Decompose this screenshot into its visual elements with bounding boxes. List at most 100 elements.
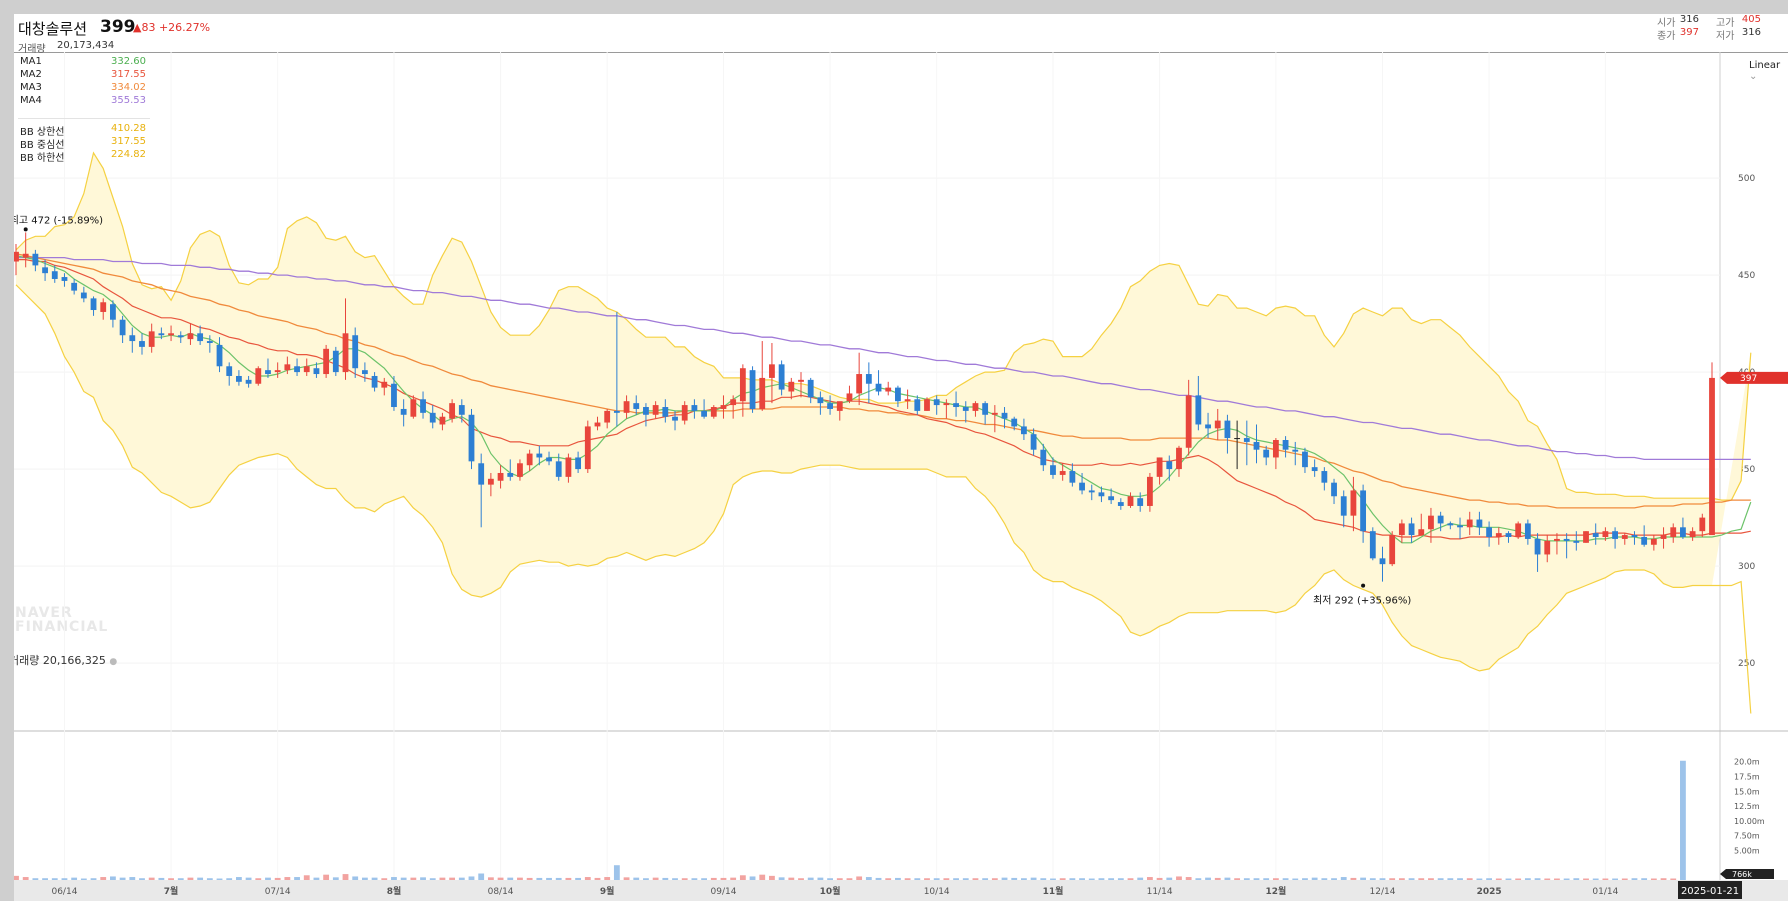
volume-bar <box>14 875 19 880</box>
candle-body <box>439 416 446 425</box>
legend-bb-lower[interactable]: BB 하한선 224.82 <box>14 149 154 164</box>
candle-body <box>1069 471 1076 483</box>
candle <box>924 397 930 411</box>
volume-bar <box>643 878 649 880</box>
volume-bar <box>1418 878 1425 880</box>
volume-bar <box>439 877 446 880</box>
candle-body <box>730 399 737 406</box>
candle-body <box>885 387 892 392</box>
candle-body <box>468 414 475 462</box>
candle-body <box>1709 377 1715 536</box>
legend-ma1[interactable]: MA1 332.60 <box>14 56 154 69</box>
volume-bar <box>846 878 853 880</box>
candle <box>846 385 853 404</box>
volume-bar <box>1621 878 1628 880</box>
volume-bar <box>400 877 407 880</box>
volume-bar <box>1224 877 1231 880</box>
x-tick-label: 8월 <box>387 885 402 897</box>
candle-body <box>846 393 853 402</box>
volume-bar <box>672 878 678 880</box>
candle-body <box>1592 533 1599 537</box>
candle-body <box>807 379 814 398</box>
candle-body <box>584 426 591 470</box>
candle-body <box>1234 438 1241 440</box>
volume-tick-label: 12.5m <box>1734 802 1760 811</box>
candle-body <box>381 381 388 388</box>
legend-ma4[interactable]: MA4 355.53 <box>14 95 154 108</box>
candle-body <box>80 292 87 299</box>
candle-body <box>1563 538 1570 541</box>
settings-dot-icon[interactable]: ● <box>109 657 117 667</box>
volume-bar <box>710 877 717 880</box>
candle-body <box>410 399 417 417</box>
candle-body <box>129 335 136 342</box>
volume-current-label: 766k <box>1732 870 1752 879</box>
candle-body <box>187 333 194 340</box>
legend-ma3[interactable]: MA3 334.02 <box>14 82 154 95</box>
candle-body <box>1137 498 1144 506</box>
candle-body <box>1398 523 1405 536</box>
chart-svg[interactable]: 50045040035030025006/147월07/148월08/149월0… <box>14 14 1788 901</box>
volume-bar <box>1583 878 1589 880</box>
volume-bar <box>507 877 514 880</box>
scale-mode-dropdown[interactable]: Linear ⌄ <box>1749 60 1788 82</box>
legend-bb-middle[interactable]: BB 중심선 317.55 <box>14 136 154 151</box>
volume-bar <box>206 878 213 880</box>
volume-bar <box>110 876 116 880</box>
legend-name: MA1 <box>20 56 42 67</box>
legend-bb-upper[interactable]: BB 상한선 410.28 <box>14 123 154 138</box>
candle-body <box>110 304 116 320</box>
volume-bar <box>1108 878 1115 880</box>
chevron-down-icon: ⌄ <box>1749 71 1758 82</box>
candle-body <box>1166 461 1173 470</box>
candle-body <box>1079 482 1085 491</box>
candle-body <box>1437 515 1444 524</box>
volume-bar <box>1195 878 1202 880</box>
volume-bar <box>1214 877 1221 880</box>
volume-bar <box>1505 878 1512 880</box>
volume-bar <box>294 877 300 880</box>
volume-bar <box>342 874 349 880</box>
candle-body <box>1040 449 1047 466</box>
candle <box>255 366 262 386</box>
candle-body <box>672 416 678 421</box>
candle-body <box>1302 451 1308 468</box>
candle-body <box>604 410 611 423</box>
volume-bar <box>1554 878 1560 880</box>
legend-ma2[interactable]: MA2 317.55 <box>14 69 154 82</box>
candle-body <box>1205 424 1211 429</box>
volume-bar <box>1001 877 1008 880</box>
volume-bar <box>245 877 252 880</box>
volume-bar <box>1447 878 1454 880</box>
candle-body <box>1670 527 1677 537</box>
candle-body <box>1534 538 1541 555</box>
volume-bar <box>1243 878 1250 880</box>
candle-body <box>352 335 359 369</box>
volume-bar <box>1457 878 1463 880</box>
volume-bar <box>924 878 930 880</box>
volume-bar <box>420 877 426 880</box>
candle-body <box>565 457 572 477</box>
candle-body <box>1418 529 1425 536</box>
volume-bar <box>187 877 194 880</box>
candle-body <box>119 319 126 336</box>
volume-panel-label: 거래량 20,166,325 <box>14 654 106 667</box>
volume-bar <box>1476 878 1483 880</box>
candle-body <box>924 399 930 411</box>
volume-bar <box>953 878 959 880</box>
candle <box>1709 362 1715 536</box>
x-tick-label: 07/14 <box>265 887 291 897</box>
candle-body <box>1146 476 1153 506</box>
volume-bar <box>265 877 271 880</box>
x-tick-label: 11/14 <box>1147 887 1173 897</box>
candle-body <box>1457 525 1463 528</box>
x-tick-label: 10월 <box>820 885 841 897</box>
volume-bar <box>323 874 330 880</box>
volume-bar <box>1428 878 1434 880</box>
candle-body <box>1311 467 1318 472</box>
candle-body <box>904 399 911 402</box>
volume-bar <box>255 878 262 880</box>
volume-bar <box>904 878 911 880</box>
volume-bar <box>1602 878 1609 880</box>
candle-body <box>555 461 562 477</box>
